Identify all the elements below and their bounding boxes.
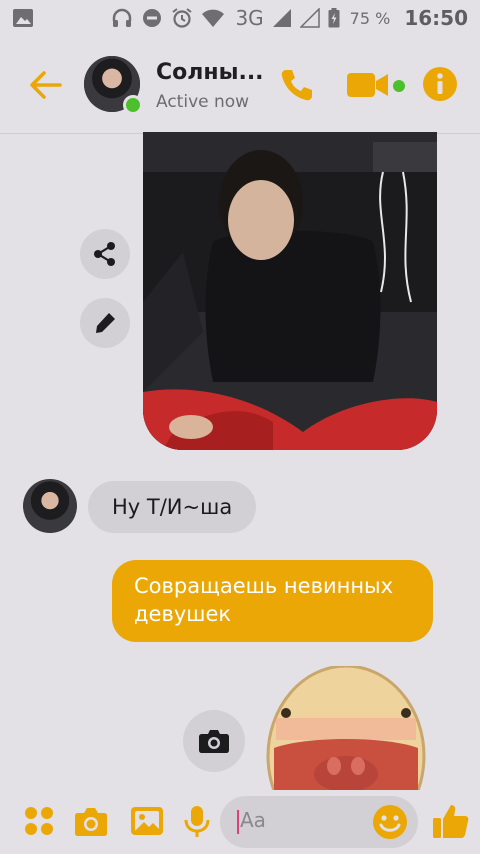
camera-button[interactable] [74, 804, 108, 838]
sticker-face [266, 666, 426, 796]
apps-button[interactable] [22, 804, 56, 838]
battery-icon [328, 8, 340, 28]
shared-photo [143, 132, 437, 450]
emoji-icon [373, 805, 407, 839]
back-arrow-icon [30, 71, 62, 99]
alarm-icon [171, 7, 193, 29]
battery-level: 75 % [349, 8, 391, 28]
wifi-icon [201, 8, 225, 28]
dnd-icon [141, 7, 163, 29]
like-button[interactable] [432, 802, 470, 840]
camera-icon [199, 730, 229, 753]
clock: 16:50 [404, 6, 468, 30]
signal-icon [272, 8, 292, 28]
online-indicator [123, 95, 143, 115]
voice-button[interactable] [180, 804, 214, 838]
contact-avatar[interactable] [84, 56, 143, 115]
image-icon [131, 807, 163, 835]
text-caret [237, 810, 239, 834]
gallery-button[interactable] [130, 804, 164, 838]
contact-name[interactable]: Солны... [156, 60, 264, 85]
apps-icon [25, 807, 53, 835]
status-bar: 3G 75 % 16:50 [0, 0, 480, 36]
sticker-camera-button[interactable] [183, 710, 245, 772]
info-button[interactable] [422, 66, 458, 102]
network-type: 3G [235, 6, 264, 30]
headphones-icon [111, 7, 133, 29]
edit-button[interactable] [80, 298, 130, 348]
conversation-header: Солны... Active now [0, 36, 480, 134]
gallery-icon [12, 8, 34, 28]
thumbs-up-icon [433, 805, 469, 838]
incoming-message[interactable]: Ну Т/И~ша [88, 481, 257, 533]
emoji-button[interactable] [372, 804, 408, 840]
phone-icon [281, 70, 312, 101]
back-button[interactable] [26, 68, 66, 102]
contact-status: Active now [156, 92, 250, 112]
pencil-icon [96, 313, 115, 333]
camera-icon [75, 808, 107, 836]
sender-avatar[interactable] [23, 479, 77, 533]
share-icon [94, 242, 115, 266]
outgoing-message[interactable]: Совращаешь невинных девушек [112, 560, 433, 642]
video-icon [347, 73, 388, 97]
video-active-indicator [393, 80, 405, 92]
share-button[interactable] [80, 229, 130, 279]
signal-icon-secondary [299, 8, 320, 28]
info-icon [423, 67, 457, 101]
voice-call-button[interactable] [278, 66, 316, 104]
photo-message[interactable] [143, 132, 437, 450]
message-placeholder: Aa [240, 808, 266, 832]
video-call-button[interactable] [346, 70, 390, 100]
microphone-icon [184, 806, 210, 837]
sticker-message[interactable] [266, 666, 426, 796]
